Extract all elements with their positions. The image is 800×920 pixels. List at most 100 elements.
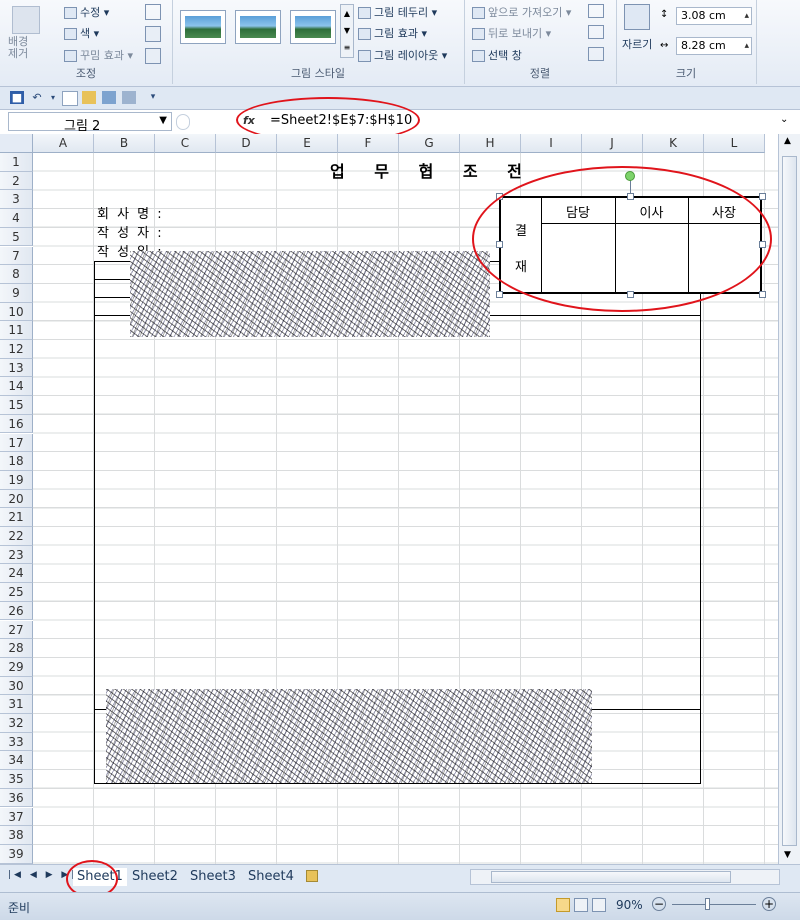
zoom-out-icon[interactable]: − [652,897,666,911]
approval-stamp-box[interactable]: 결 재 담당 이사 사장 [499,196,762,294]
row-header-35[interactable]: 35 [0,770,33,789]
row-header-38[interactable]: 38 [0,826,33,845]
send-backward-button[interactable]: 뒤로 보내기 ▾ [472,25,551,41]
row-header-28[interactable]: 28 [0,639,33,658]
resize-handle[interactable] [496,241,503,248]
row-header-3[interactable]: 3 [0,190,33,210]
row-header-24[interactable]: 24 [0,564,33,584]
tab-sheet4[interactable]: Sheet4 [248,868,294,886]
group-icon[interactable] [588,25,604,39]
tab-navigation-icons[interactable]: |◀ ◀ ▶ ▶| [8,870,77,880]
width-field[interactable]: 8.28 cm ▴ [676,37,752,55]
artistic-effects-button[interactable]: 꾸밈 효과 ▾ [64,47,133,63]
remove-background-icon[interactable] [12,6,40,34]
row-header-9[interactable]: 9 [0,283,33,303]
remove-background-button[interactable]: 배경 제거 [8,36,28,60]
expand-formula-bar-icon[interactable]: ⌄ [780,114,788,125]
customize-toolbar-icon[interactable]: ▾ [146,91,160,104]
picture-effects-button[interactable]: 그림 효과 ▾ [358,25,427,41]
column-header-c[interactable]: C [155,134,216,153]
tab-sheet3[interactable]: Sheet3 [190,868,236,886]
vertical-scroll-thumb[interactable] [782,156,797,846]
picture-style-3[interactable] [290,10,336,44]
normal-view-icon[interactable] [556,898,570,912]
zoom-slider-thumb[interactable] [705,898,710,910]
picture-style-1[interactable] [180,10,226,44]
row-header-7[interactable]: 7 [0,246,33,266]
rotate-handle-icon[interactable] [625,171,635,181]
row-header-4[interactable]: 4 [0,209,33,228]
resize-handle[interactable] [759,241,766,248]
zoom-in-icon[interactable]: + [762,897,776,911]
spin-arrows-icon[interactable]: ▴ [744,8,749,24]
row-header-37[interactable]: 37 [0,807,33,827]
color-button[interactable]: 색 ▾ [64,25,99,41]
picture-border-button[interactable]: 그림 테두리 ▾ [358,4,437,20]
row-header-32[interactable]: 32 [0,714,33,733]
height-field[interactable]: 3.08 cm ▴ [676,7,752,25]
row-header-16[interactable]: 16 [0,414,33,434]
column-header-k[interactable]: K [643,134,704,153]
resize-handle[interactable] [496,291,503,298]
row-header-22[interactable]: 22 [0,527,33,546]
resize-handle[interactable] [627,291,634,298]
select-all-corner[interactable] [0,134,33,153]
name-box[interactable]: 그림 2 ▼ [8,112,172,134]
column-header-d[interactable]: D [216,134,277,153]
zoom-level[interactable]: 90% [616,898,643,912]
page-break-view-icon[interactable] [592,898,606,912]
row-header-20[interactable]: 20 [0,489,33,509]
row-header-26[interactable]: 26 [0,601,33,621]
row-header-10[interactable]: 10 [0,302,33,322]
scroll-up-icon[interactable]: ▲ [784,136,791,146]
row-header-17[interactable]: 17 [0,433,33,453]
crop-icon[interactable] [624,4,650,30]
row-header-36[interactable]: 36 [0,788,33,808]
row-header-13[interactable]: 13 [0,358,33,378]
row-header-14[interactable]: 14 [0,377,33,397]
row-header-1[interactable]: 1 [0,153,33,172]
zoom-slider[interactable] [672,904,756,905]
chevron-down-icon[interactable]: ▼ [159,115,167,126]
row-header-23[interactable]: 23 [0,545,33,565]
column-header-e[interactable]: E [277,134,338,153]
scroll-down-icon[interactable]: ▼ [784,850,791,860]
row-header-39[interactable]: 39 [0,844,33,864]
horizontal-scroll-thumb[interactable] [491,871,731,883]
row-header-30[interactable]: 30 [0,676,33,696]
row-header-31[interactable]: 31 [0,695,33,714]
row-header-21[interactable]: 21 [0,508,33,527]
resize-handle[interactable] [627,193,634,200]
save-icon[interactable]: ■ [10,91,24,104]
camera-icon[interactable] [122,91,136,104]
row-header-18[interactable]: 18 [0,452,33,471]
horizontal-scrollbar[interactable] [470,869,780,885]
page-layout-view-icon[interactable] [574,898,588,912]
new-sheet-icon[interactable] [306,870,318,882]
formula-input[interactable]: =Sheet2!$E$7:$H$10 [270,113,412,128]
row-header-19[interactable]: 19 [0,470,33,490]
tab-sheet2[interactable]: Sheet2 [132,868,178,886]
column-header-j[interactable]: J [582,134,643,153]
change-picture-icon[interactable] [145,26,161,42]
spin-arrows-icon[interactable]: ▴ [744,38,749,54]
row-header-25[interactable]: 25 [0,583,33,602]
row-header-34[interactable]: 34 [0,751,33,771]
undo-icon[interactable]: ↶ [30,91,44,104]
selection-pane-button[interactable]: 선택 창 [472,47,522,63]
resize-handle[interactable] [759,291,766,298]
worksheet-grid[interactable]: ABCDEFGHIJKL 1 2 3 4 5 7 8 9 10 11 12 13 14 15 16 17 18 1… [0,134,778,864]
row-header-29[interactable]: 29 [0,657,33,677]
open-folder-icon[interactable] [82,91,96,104]
formula-bar-resize[interactable] [176,114,190,130]
vertical-scrollbar[interactable]: ▲ ▼ [778,134,800,864]
bring-forward-button[interactable]: 앞으로 가져오기 ▾ [472,4,571,20]
rotate-icon[interactable] [588,47,604,61]
compress-pictures-icon[interactable] [145,4,161,20]
picture-style-2[interactable] [235,10,281,44]
column-header-a[interactable]: A [33,134,94,153]
new-file-icon[interactable] [62,91,78,106]
tab-sheet1[interactable]: Sheet1 [73,868,127,886]
row-header-11[interactable]: 11 [0,321,33,340]
resize-handle[interactable] [496,193,503,200]
